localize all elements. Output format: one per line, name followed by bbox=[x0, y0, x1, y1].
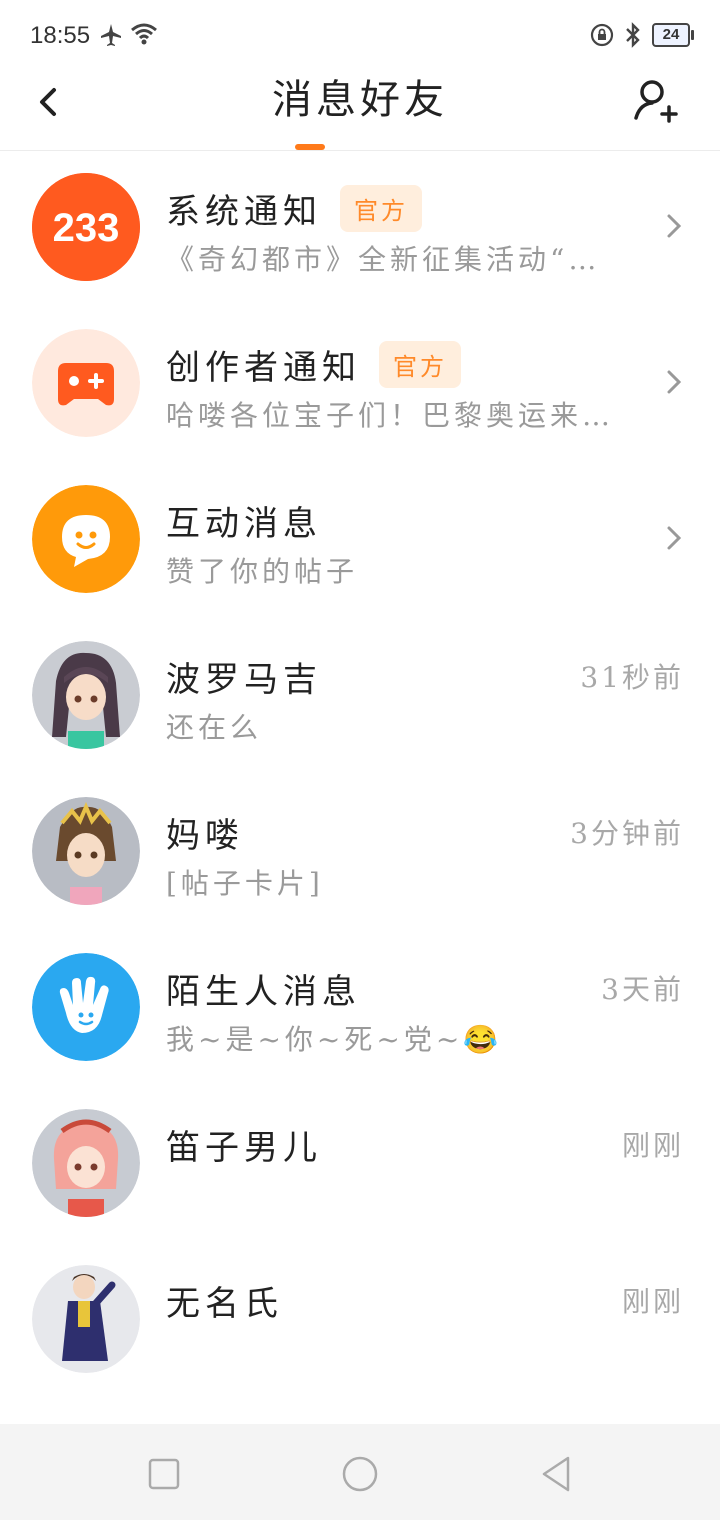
official-badge: 官方 bbox=[379, 341, 461, 388]
system-nav-bar bbox=[0, 1424, 720, 1520]
chevron-right-icon bbox=[667, 370, 682, 394]
list-item-chat[interactable]: 妈喽 3分钟前 [帖子卡片] bbox=[0, 774, 720, 930]
message-name: 妈喽 bbox=[166, 816, 244, 856]
message-name: 笛子男儿 bbox=[166, 1128, 322, 1168]
status-time: 18:55 bbox=[30, 22, 91, 49]
message-preview: 《奇幻都市》全新征集活动“… bbox=[166, 243, 601, 276]
list-item-interaction[interactable]: 互动消息 赞了你的帖子 bbox=[0, 462, 720, 618]
battery-level: 24 bbox=[662, 26, 680, 43]
status-bar: 18:55 24 bbox=[0, 0, 720, 72]
list-item-creator-notice[interactable]: 创作者通知 官方 哈喽各位宝子们！巴黎奥运来… bbox=[0, 306, 720, 462]
list-item-stranger[interactable]: 陌生人消息 3天前 我~是~你~死~党~😂 bbox=[0, 930, 720, 1086]
list-item-chat[interactable]: 波罗马吉 31秒前 还在么 bbox=[0, 618, 720, 774]
message-name: 系统通知 bbox=[166, 192, 322, 232]
avatar-wave-hand bbox=[32, 953, 140, 1061]
avatar-character-4 bbox=[32, 1265, 140, 1373]
lock-rotation-icon bbox=[590, 23, 614, 47]
header: 消息好友 bbox=[0, 72, 720, 151]
avatar-character-3 bbox=[32, 1109, 140, 1217]
message-time: 31秒前 bbox=[580, 661, 684, 694]
avatar-character-1 bbox=[32, 641, 140, 749]
message-list: 233 系统通知 官方 《奇幻都市》全新征集活动“… 创作者通知 官方 哈喽各位… bbox=[0, 150, 720, 1398]
avatar-233-text: 233 bbox=[53, 206, 120, 250]
message-preview: 我~是~你~死~党~😂 bbox=[166, 1023, 503, 1056]
chevron-right-icon bbox=[667, 526, 682, 550]
airplane-icon bbox=[101, 24, 121, 46]
back-nav-icon[interactable] bbox=[536, 1454, 576, 1494]
wifi-icon bbox=[131, 23, 157, 45]
message-time: 刚刚 bbox=[621, 1129, 684, 1162]
add-friend-icon bbox=[634, 80, 678, 123]
message-name: 创作者通知 bbox=[166, 348, 361, 388]
home-icon[interactable] bbox=[340, 1454, 380, 1494]
bluetooth-icon bbox=[626, 22, 640, 48]
message-preview: [帖子卡片] bbox=[166, 867, 324, 900]
avatar-character-2 bbox=[32, 797, 140, 905]
message-preview: 赞了你的帖子 bbox=[166, 555, 359, 588]
list-item-chat[interactable]: 笛子男儿 刚刚 bbox=[0, 1086, 720, 1242]
avatar-233-logo: 233 bbox=[32, 173, 140, 281]
message-name: 互动消息 bbox=[166, 504, 322, 544]
recent-apps-icon[interactable] bbox=[144, 1454, 184, 1494]
add-friend-button[interactable] bbox=[632, 76, 680, 124]
message-preview: 还在么 bbox=[166, 711, 263, 744]
message-time: 3分钟前 bbox=[570, 817, 684, 850]
message-name: 波罗马吉 bbox=[166, 660, 322, 700]
official-badge: 官方 bbox=[340, 185, 422, 232]
message-name: 无名氏 bbox=[166, 1284, 283, 1324]
message-time: 刚刚 bbox=[621, 1285, 684, 1318]
list-item-chat[interactable]: 无名氏 刚刚 bbox=[0, 1242, 720, 1398]
message-preview: 哈喽各位宝子们！巴黎奥运来… bbox=[166, 399, 615, 432]
message-time: 3天前 bbox=[601, 973, 684, 1006]
avatar-gamepad bbox=[32, 329, 140, 437]
page-title: 消息好友 bbox=[272, 77, 448, 123]
list-item-system-notice[interactable]: 233 系统通知 官方 《奇幻都市》全新征集活动“… bbox=[0, 150, 720, 306]
message-name: 陌生人消息 bbox=[166, 972, 361, 1012]
chevron-right-icon bbox=[667, 214, 682, 238]
battery-icon: 24 bbox=[652, 23, 694, 47]
avatar-chat-smile bbox=[32, 485, 140, 593]
